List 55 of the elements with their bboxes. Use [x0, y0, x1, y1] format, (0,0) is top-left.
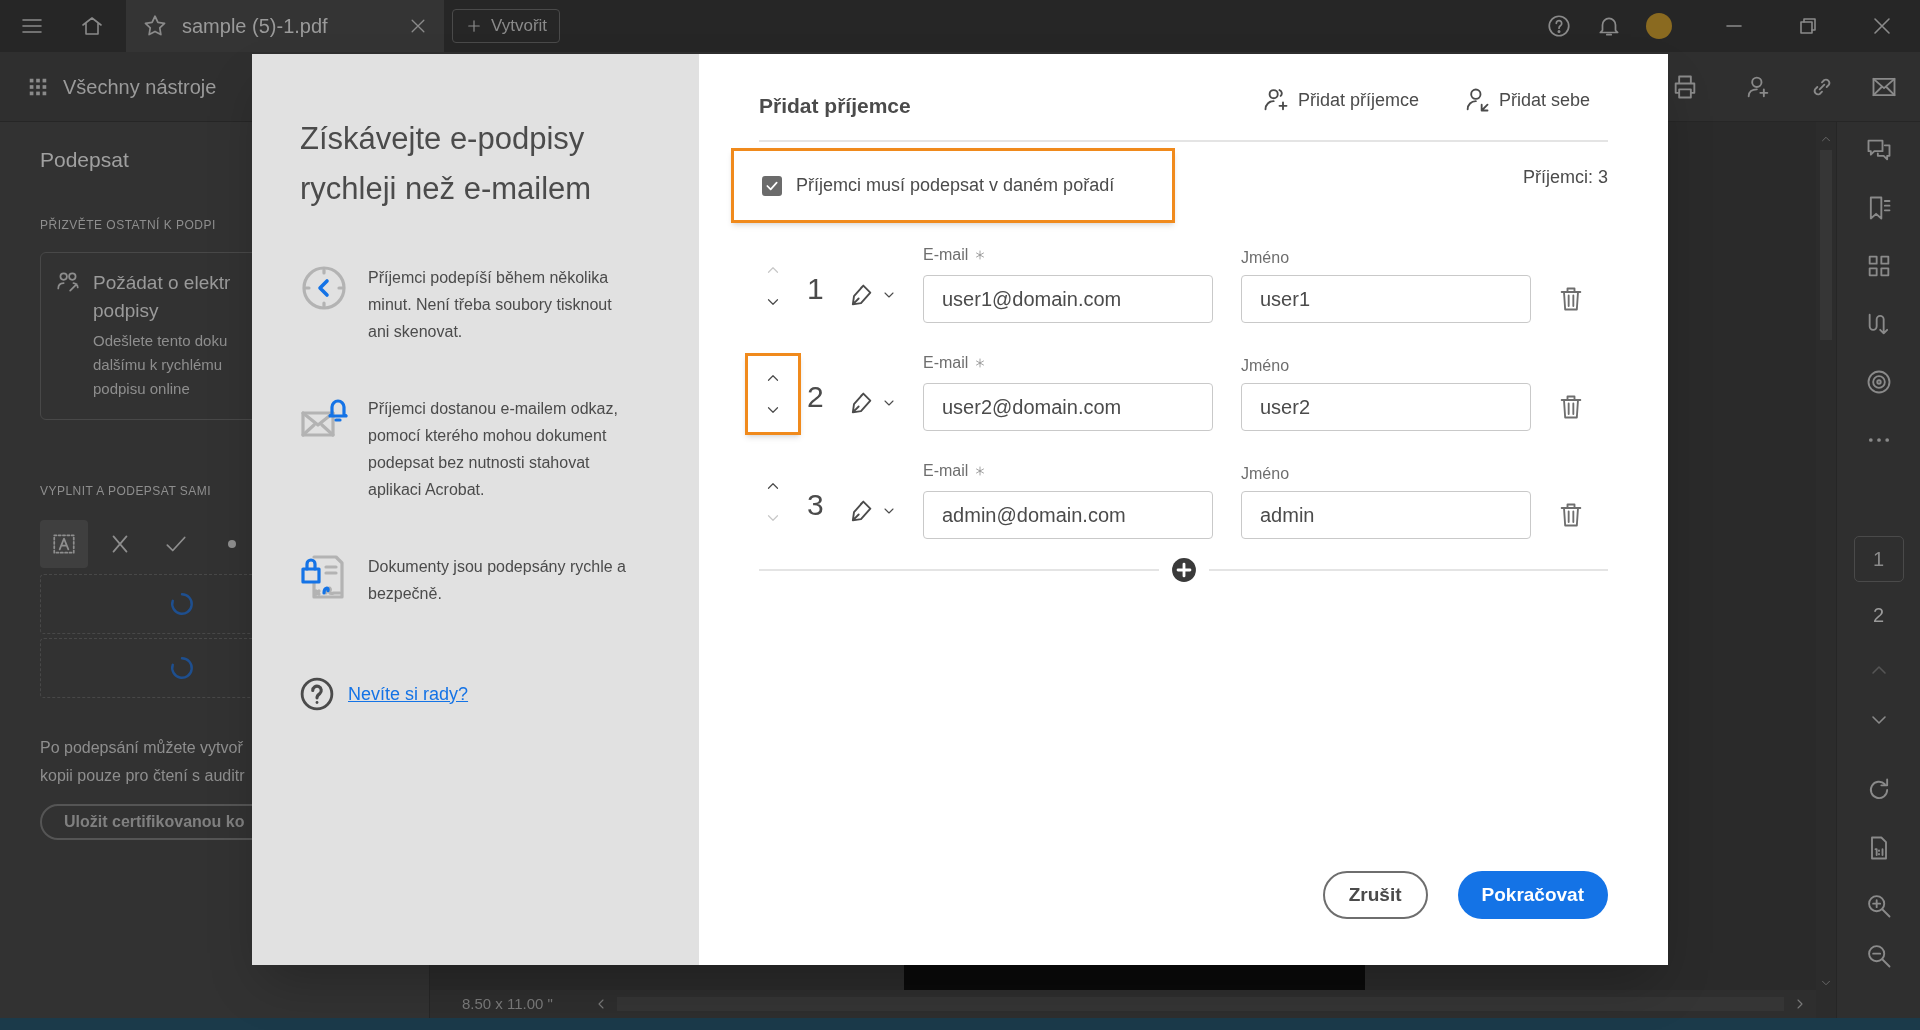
name-field[interactable]: user2 [1241, 383, 1531, 431]
create-button[interactable]: Vytvořit [452, 9, 561, 43]
checkbox[interactable] [762, 175, 782, 196]
card-description-line: Odešlete tento doku [93, 330, 229, 351]
checkbox-label: Příjemci musí podepsat v daném pořadí [796, 174, 1115, 197]
card-description-line: dalšímu k rychlému [93, 354, 224, 375]
help-link[interactable]: Nevíte si rady? [348, 680, 469, 708]
avatar[interactable] [1646, 13, 1672, 39]
email-field[interactable]: user1@domain.com [923, 275, 1213, 323]
page-size-label: 8.50 x 11.00 " [462, 993, 553, 1014]
recipient-count: Příjemci: 3 [1522, 166, 1608, 189]
clock-icon [300, 264, 348, 312]
section-heading: VYPLNIT A PODEPSAT SAMI [40, 482, 212, 500]
card-description-line: podpisu online [93, 378, 191, 399]
add-self-button[interactable]: Přidat sebe [1462, 84, 1590, 114]
field-label: Jméno [1241, 249, 1291, 267]
field-label: Jméno [1241, 357, 1291, 375]
name-field[interactable]: admin [1241, 491, 1531, 539]
add-circle-icon[interactable] [1170, 557, 1197, 583]
field-label: E-mail [923, 461, 969, 481]
add-recipient-button[interactable]: Přidat příjemce [1261, 84, 1419, 114]
recipient-number: 3 [807, 487, 825, 523]
plus-icon [465, 17, 483, 35]
promo-heading: Získávejte e-podpisy rychleji než e-mailem [300, 120, 593, 208]
home-icon[interactable] [80, 14, 104, 38]
field-label: E-mail [923, 245, 969, 265]
document-tab[interactable]: sample (5)-1.pdf [126, 0, 444, 52]
card-title-line: Požádat o elektr [93, 270, 231, 295]
email-field[interactable]: admin@domain.com [923, 491, 1213, 539]
help-icon[interactable] [1546, 13, 1572, 39]
dot-icon [228, 539, 236, 548]
all-tools-button[interactable]: Všechny nástroje [63, 71, 217, 102]
field-label: Jméno [1241, 465, 1291, 483]
field-label: E-mail [923, 353, 969, 373]
feature-description: Dokumenty jsou podepsány rychle a bezpečně. [368, 557, 627, 604]
page-number-button[interactable]: 1 [1853, 536, 1904, 582]
recipient-number: 2 [807, 379, 825, 415]
order-checkbox[interactable]: Příjemci musí podepsat v daném pořadí [731, 148, 1175, 223]
loading-spinner-icon [169, 654, 195, 681]
name-field[interactable]: user1 [1241, 275, 1531, 323]
cancel-button[interactable]: Zrušit [1322, 871, 1428, 919]
page-number-button[interactable]: 2 [1853, 592, 1904, 638]
note-line: kopii pouze pro čtení s auditr [40, 765, 246, 786]
help-icon [300, 677, 334, 711]
section-heading: PŘIZVĚTE OSTATNÍ K PODPI [40, 216, 216, 234]
email-field[interactable]: user2@domain.com [923, 383, 1213, 431]
recipient-number: 1 [807, 271, 825, 307]
dialog-title: Přidat příjemce [759, 93, 911, 119]
text-tool-button[interactable] [40, 519, 88, 568]
note-line: Po podepsání můžete vytvoř [40, 737, 244, 758]
panel-title: Podepsat [40, 147, 130, 173]
card-title-line: podpisy [93, 298, 160, 323]
continue-button[interactable]: Pokračovat [1457, 871, 1608, 919]
tab-title: sample (5)-1.pdf [182, 14, 329, 39]
loading-spinner-icon [169, 590, 195, 617]
